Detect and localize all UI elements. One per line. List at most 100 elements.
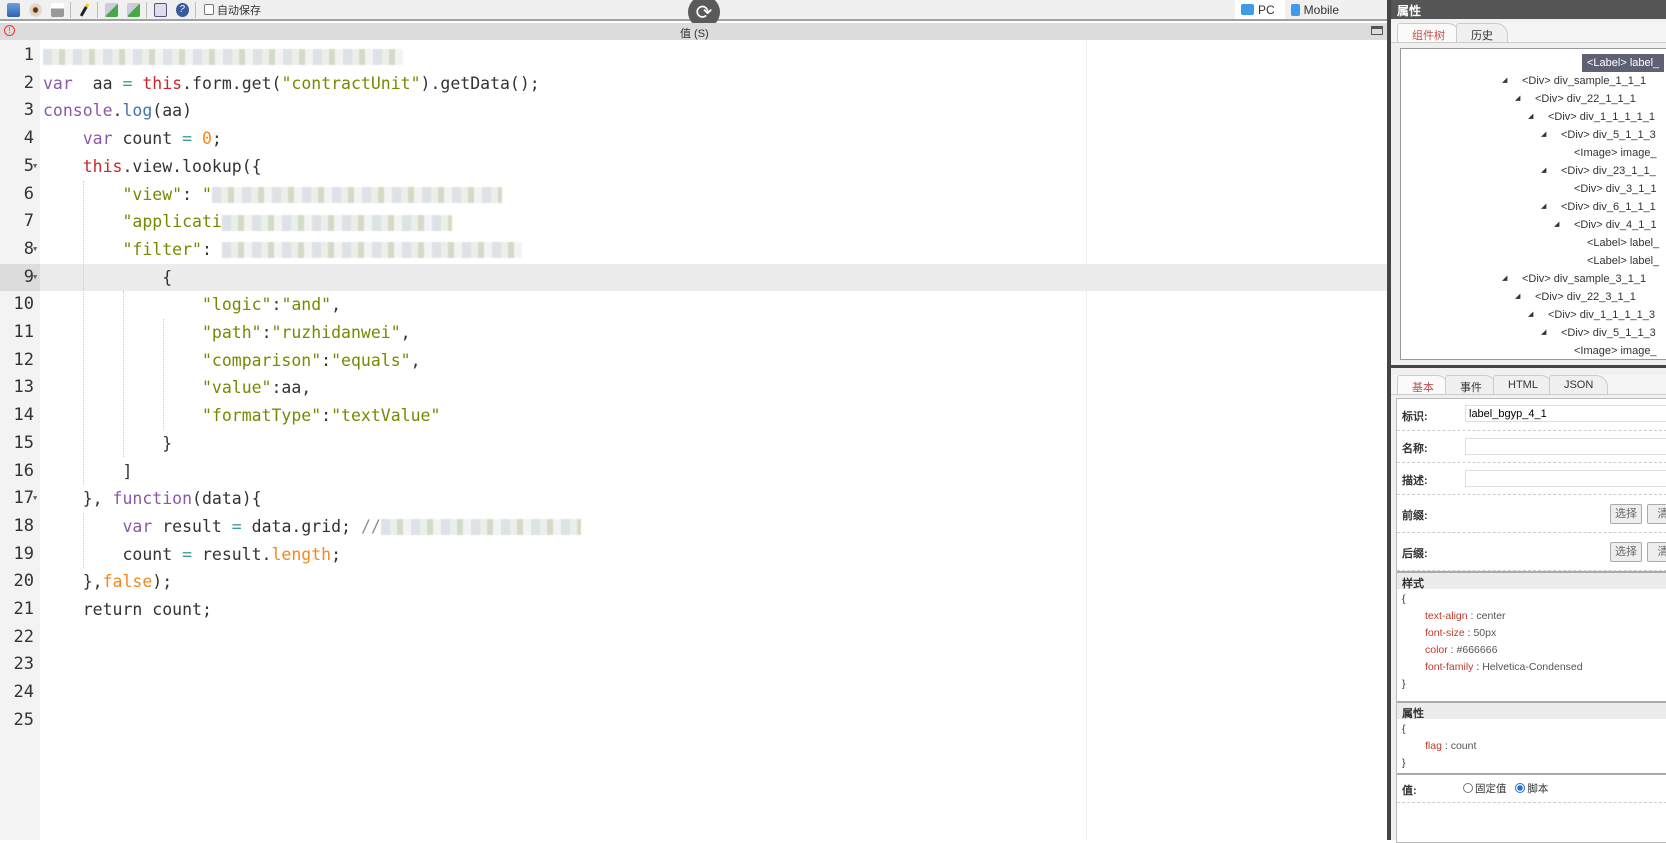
- minimize-icon[interactable]: [1371, 26, 1383, 35]
- expand-triangle-icon[interactable]: ◢: [1502, 76, 1507, 84]
- code-line[interactable]: 3 console.log(aa): [0, 97, 1387, 125]
- code-line[interactable]: 12 "comparison":"equals",: [0, 347, 1387, 375]
- code-line[interactable]: 2 var aa = this.form.get("contractUnit").…: [0, 70, 1387, 98]
- fold-toggle-icon[interactable]: ▼: [33, 153, 37, 181]
- tree-node[interactable]: <Div> div_22_3_1_1: [1535, 288, 1636, 306]
- import-icon[interactable]: [102, 1, 120, 18]
- layout-icon[interactable]: [151, 1, 169, 18]
- code-line[interactable]: 21 return count;: [0, 596, 1387, 624]
- tree-node[interactable]: <Div> div_6_1_1_1: [1561, 198, 1656, 216]
- tab-events[interactable]: 事件: [1445, 375, 1497, 394]
- value-label: 值:: [1402, 785, 1417, 797]
- tree-node[interactable]: <Label> label_: [1587, 252, 1659, 270]
- code-line[interactable]: 22: [0, 624, 1387, 652]
- code-text: "view": ": [43, 181, 502, 209]
- tree-node[interactable]: <Div> div_22_1_1_1: [1535, 90, 1636, 108]
- fold-toggle-icon[interactable]: ▼: [33, 236, 37, 264]
- tree-node[interactable]: <Image> image_: [1574, 342, 1657, 359]
- tree-node[interactable]: <Div> div_4_1_1: [1574, 216, 1657, 234]
- wand-icon[interactable]: [75, 1, 93, 18]
- code-line[interactable]: 20 },false);: [0, 568, 1387, 596]
- code-token: //: [360, 516, 381, 536]
- monitor-icon: [1241, 4, 1254, 15]
- fold-toggle-icon[interactable]: ▼: [33, 485, 37, 513]
- code-line[interactable]: 1: [0, 42, 1387, 70]
- component-tree[interactable]: <Label> label_ ◢ <Div> div_sample_1_1_1 ◢ <D…: [1400, 48, 1666, 360]
- code-line[interactable]: 24: [0, 679, 1387, 707]
- expand-triangle-icon[interactable]: ◢: [1502, 274, 1507, 282]
- name-input[interactable]: [1465, 438, 1666, 455]
- tree-node[interactable]: <Div> div_3_1_1: [1574, 180, 1657, 198]
- tab-basic[interactable]: 基本: [1397, 375, 1449, 394]
- export-icon[interactable]: [124, 1, 142, 18]
- radio-fixed-value[interactable]: [1463, 783, 1473, 793]
- tree-node[interactable]: <Div> div_sample_3_1_1: [1522, 270, 1646, 288]
- tree-node[interactable]: <Label> label_: [1582, 54, 1665, 72]
- script-label: 脚本: [1527, 783, 1549, 795]
- expand-triangle-icon[interactable]: ◢: [1541, 166, 1546, 174]
- suffix-clear-button[interactable]: 清: [1647, 542, 1666, 562]
- radio-script[interactable]: [1515, 783, 1526, 793]
- code-line[interactable]: 7 "applicati: [0, 208, 1387, 236]
- code-line[interactable]: 19 count = result.length;: [0, 541, 1387, 569]
- expand-triangle-icon[interactable]: ◢: [1528, 310, 1533, 318]
- tree-node[interactable]: <Div> div_sample_1_1_1: [1522, 72, 1646, 90]
- prefix-select-button[interactable]: 选择: [1610, 504, 1642, 524]
- tree-node[interactable]: <Image> image_: [1574, 144, 1657, 162]
- expand-triangle-icon[interactable]: ◢: [1541, 328, 1546, 336]
- tab-pc[interactable]: PC: [1235, 0, 1285, 19]
- code-line[interactable]: 4 var count = 0;: [0, 125, 1387, 153]
- tab-html[interactable]: HTML: [1493, 375, 1553, 394]
- code-line[interactable]: 13 "value":aa,: [0, 374, 1387, 402]
- autosave-checkbox[interactable]: 自动保存: [204, 2, 261, 18]
- code-line[interactable]: 11 "path":"ruzhidanwei",: [0, 319, 1387, 347]
- code-line[interactable]: 14 "formatType":"textValue": [0, 402, 1387, 430]
- code-token: :: [321, 406, 332, 426]
- preview-icon[interactable]: [26, 1, 44, 18]
- expand-triangle-icon[interactable]: ◢: [1515, 292, 1520, 300]
- tree-node[interactable]: <Div> div_23_1_1_: [1561, 162, 1656, 180]
- prefix-clear-button[interactable]: 清: [1647, 504, 1666, 524]
- code-line[interactable]: 8 ▼ "filter":: [0, 236, 1387, 264]
- tree-node[interactable]: <Label> label_: [1587, 234, 1659, 252]
- tab-history[interactable]: 历史: [1456, 23, 1508, 42]
- expand-triangle-icon[interactable]: ◢: [1554, 220, 1559, 228]
- code-token: ,: [410, 350, 421, 370]
- code-line[interactable]: 16 ]: [0, 458, 1387, 486]
- expand-triangle-icon[interactable]: ◢: [1541, 130, 1546, 138]
- expand-triangle-icon[interactable]: ◢: [1541, 202, 1546, 210]
- code-line[interactable]: 10 "logic":"and",: [0, 291, 1387, 319]
- property-tabs: 基本 事件 HTML JSON: [1391, 375, 1666, 395]
- code-line[interactable]: 18 var result = data.grid; //: [0, 513, 1387, 541]
- suffix-select-button[interactable]: 选择: [1610, 542, 1642, 562]
- description-input[interactable]: [1465, 470, 1666, 487]
- attributes-object[interactable]: {flag : count}: [1402, 721, 1476, 772]
- tree-node[interactable]: <Div> div_1_1_1_1_1: [1548, 108, 1655, 126]
- tree-node[interactable]: <Div> div_5_1_1_3: [1561, 126, 1656, 144]
- error-icon[interactable]: !: [4, 25, 15, 36]
- id-input[interactable]: [1465, 405, 1666, 422]
- tree-node[interactable]: <Div> div_1_1_1_1_3: [1548, 306, 1655, 324]
- checkbox-box[interactable]: [204, 4, 214, 15]
- code-editor[interactable]: 1 2 var aa = this.form.get("contractUnit")…: [0, 40, 1387, 840]
- expand-triangle-icon[interactable]: ◢: [1528, 112, 1533, 120]
- style-object[interactable]: {text-align : center font-size : 50px colo…: [1402, 591, 1583, 693]
- expand-triangle-icon[interactable]: ◢: [1515, 94, 1520, 102]
- code-line[interactable]: 15 }: [0, 430, 1387, 458]
- code-line[interactable]: 9 ▼ {: [0, 263, 1387, 292]
- tab-component-tree[interactable]: 组件树: [1397, 23, 1460, 42]
- print-icon[interactable]: [48, 1, 66, 18]
- help-icon[interactable]: ?: [173, 1, 191, 18]
- code-line[interactable]: 5 ▼ this.view.lookup({: [0, 153, 1387, 181]
- code-line[interactable]: 17 ▼ }, function(data){: [0, 485, 1387, 513]
- fold-toggle-icon[interactable]: ▼: [33, 264, 37, 292]
- code-text: var count = 0;: [43, 125, 222, 153]
- save-icon[interactable]: [4, 1, 22, 18]
- code-line[interactable]: 23: [0, 651, 1387, 679]
- line-number: 22: [13, 626, 34, 647]
- tab-mobile[interactable]: Mobile: [1285, 0, 1349, 19]
- tab-json[interactable]: JSON: [1548, 375, 1609, 394]
- code-line[interactable]: 6 "view": ": [0, 181, 1387, 209]
- tree-node[interactable]: <Div> div_5_1_1_3: [1561, 324, 1656, 342]
- code-line[interactable]: 25: [0, 707, 1387, 735]
